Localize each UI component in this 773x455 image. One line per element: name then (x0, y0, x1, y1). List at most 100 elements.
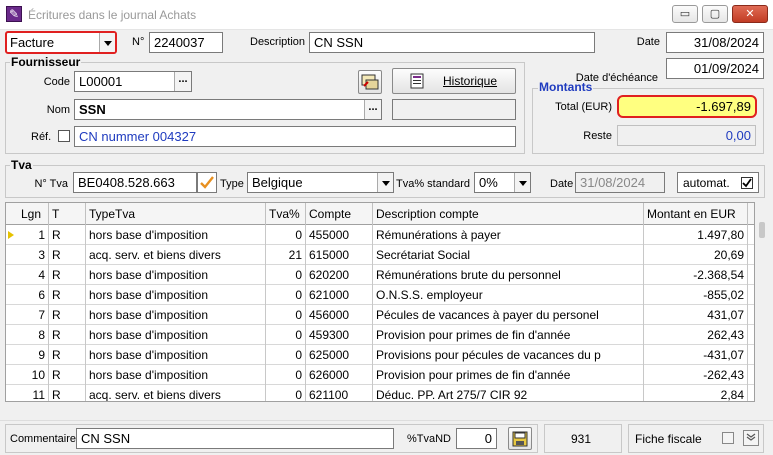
total-field[interactable]: -1.697,89 (617, 95, 757, 118)
date-field[interactable]: 31/08/2024 (666, 32, 764, 53)
col-tva-pct[interactable]: Tva% (266, 203, 306, 225)
cell-typetva[interactable]: acq. serv. et biens divers (86, 245, 266, 265)
vat-type-select[interactable]: Belgique (247, 172, 394, 193)
cell-montant[interactable]: 1.497,80 (644, 225, 748, 245)
ref-checkbox[interactable] (58, 130, 70, 142)
code-lookup-button[interactable]: ... (174, 72, 191, 91)
cell-lgn[interactable]: 10 (18, 365, 49, 385)
cell-tva-pct[interactable]: 21 (266, 245, 306, 265)
cell-description[interactable]: Rémunérations brute du personnel (373, 265, 644, 285)
table-row[interactable]: 10 Rhors base d'imposition 0 626000 Provisio… (6, 365, 754, 385)
close-button[interactable]: ✕ (732, 5, 768, 23)
cell-tva-pct[interactable]: 0 (266, 305, 306, 325)
vat-number-field[interactable]: BE0408.528.663 (73, 172, 197, 193)
cell-montant[interactable]: 431,07 (644, 305, 748, 325)
cell-t[interactable]: R (49, 245, 86, 265)
cell-lgn[interactable]: 1 (18, 225, 49, 245)
cell-lgn[interactable]: 7 (18, 305, 49, 325)
col-compte[interactable]: Compte (306, 203, 373, 225)
table-row[interactable]: 1 Rhors base d'imposition 0 455000 Rémunérat… (6, 225, 754, 245)
cell-description[interactable]: Secrétariat Social (373, 245, 644, 265)
comment-field[interactable]: CN SSN (76, 428, 394, 449)
cell-compte[interactable]: 615000 (306, 245, 373, 265)
cell-tva-pct[interactable]: 0 (266, 345, 306, 365)
chevron-down-icon[interactable] (377, 173, 393, 192)
save-button[interactable] (508, 427, 532, 450)
col-t[interactable]: T (49, 203, 86, 225)
cell-typetva[interactable]: hors base d'imposition (86, 345, 266, 365)
cell-t[interactable]: R (49, 305, 86, 325)
cell-compte[interactable]: 455000 (306, 225, 373, 245)
cell-lgn[interactable]: 3 (18, 245, 49, 265)
col-lgn[interactable]: Lgn (18, 203, 49, 225)
cell-montant[interactable]: 262,43 (644, 325, 748, 345)
cell-description[interactable]: Provision pour primes de fin d'année (373, 365, 644, 385)
auto-toggle[interactable]: automat. (677, 172, 759, 193)
table-row[interactable]: 9 Rhors base d'imposition 0 625000 Provision… (6, 345, 754, 365)
cell-lgn[interactable]: 11 (18, 385, 49, 401)
cell-compte[interactable]: 621000 (306, 285, 373, 305)
cell-description[interactable]: O.N.S.S. employeur (373, 285, 644, 305)
cell-compte[interactable]: 620200 (306, 265, 373, 285)
cell-compte[interactable]: 626000 (306, 365, 373, 385)
cell-description[interactable]: Provision pour primes de fin d'année (373, 325, 644, 345)
table-row[interactable]: 3 Racq. serv. et biens divers 21 615000 Secr… (6, 245, 754, 265)
cell-montant[interactable]: 20,69 (644, 245, 748, 265)
cell-typetva[interactable]: hors base d'imposition (86, 265, 266, 285)
scrollbar-thumb[interactable] (759, 222, 765, 238)
cell-compte[interactable]: 625000 (306, 345, 373, 365)
cell-typetva[interactable]: hors base d'imposition (86, 225, 266, 245)
cell-description[interactable]: Déduc. PP. Art 275/7 CIR 92 (373, 385, 644, 401)
cell-t[interactable]: R (49, 285, 86, 305)
cell-t[interactable]: R (49, 365, 86, 385)
cell-montant[interactable]: -855,02 (644, 285, 748, 305)
doc-type-select[interactable]: Facture (5, 31, 117, 54)
cell-compte[interactable]: 456000 (306, 305, 373, 325)
name-lookup-button[interactable]: ... (364, 100, 381, 119)
cell-t[interactable]: R (49, 325, 86, 345)
entries-table[interactable]: Lgn T TypeTva Tva% Compte Description co… (5, 202, 755, 402)
cell-description[interactable]: Provisions pour pécules de vacances du p (373, 345, 644, 365)
due-date-field[interactable]: 01/09/2024 (666, 58, 764, 79)
cell-t[interactable]: R (49, 345, 86, 365)
cell-t[interactable]: R (49, 265, 86, 285)
cell-montant[interactable]: -262,43 (644, 365, 748, 385)
table-row[interactable]: 6 Rhors base d'imposition 0 621000 O.N.S.S. … (6, 285, 754, 305)
description-field[interactable]: CN SSN (309, 32, 595, 53)
number-field[interactable]: 2240037 (149, 32, 223, 53)
cell-lgn[interactable]: 4 (18, 265, 49, 285)
vat-standard-select[interactable]: 0% (474, 172, 531, 193)
cell-tva-pct[interactable]: 0 (266, 285, 306, 305)
cell-compte[interactable]: 621100 (306, 385, 373, 401)
cell-description[interactable]: Pécules de vacances à payer du personel (373, 305, 644, 325)
vertical-scrollbar[interactable] (755, 202, 773, 402)
cell-tva-pct[interactable]: 0 (266, 385, 306, 401)
history-button[interactable]: Historique (392, 68, 516, 94)
minimize-button[interactable]: ▭ (672, 5, 698, 23)
name-field[interactable]: SSN ... (74, 99, 382, 120)
code-field[interactable]: L00001 ... (74, 71, 192, 92)
vat-check-button[interactable] (197, 172, 217, 193)
table-row[interactable]: 7 Rhors base d'imposition 0 456000 Pécules d… (6, 305, 754, 325)
cell-tva-pct[interactable]: 0 (266, 325, 306, 345)
cell-montant[interactable]: -431,07 (644, 345, 748, 365)
cell-typetva[interactable]: hors base d'imposition (86, 285, 266, 305)
auto-checkbox[interactable] (741, 177, 753, 189)
table-row[interactable]: 4 Rhors base d'imposition 0 620200 Rémunérat… (6, 265, 754, 285)
tvand-field[interactable]: 0 (456, 428, 497, 449)
fiche-checkbox[interactable] (722, 432, 734, 444)
col-montant[interactable]: Montant en EUR (644, 203, 748, 225)
chevron-down-icon[interactable] (99, 33, 115, 52)
cell-tva-pct[interactable]: 0 (266, 365, 306, 385)
ref-field[interactable]: CN nummer 004327 (74, 126, 516, 147)
cell-lgn[interactable]: 8 (18, 325, 49, 345)
cell-montant[interactable]: -2.368,54 (644, 265, 748, 285)
cell-typetva[interactable]: hors base d'imposition (86, 325, 266, 345)
col-typetva[interactable]: TypeTva (86, 203, 266, 225)
cell-tva-pct[interactable]: 0 (266, 265, 306, 285)
table-row[interactable]: 8 Rhors base d'imposition 0 459300 Provision… (6, 325, 754, 345)
table-row[interactable]: 11 Racq. serv. et biens divers 0 621100 Dédu… (6, 385, 754, 401)
maximize-button[interactable]: ▢ (702, 5, 728, 23)
cell-typetva[interactable]: hors base d'imposition (86, 305, 266, 325)
card-lookup-button[interactable] (358, 70, 382, 94)
